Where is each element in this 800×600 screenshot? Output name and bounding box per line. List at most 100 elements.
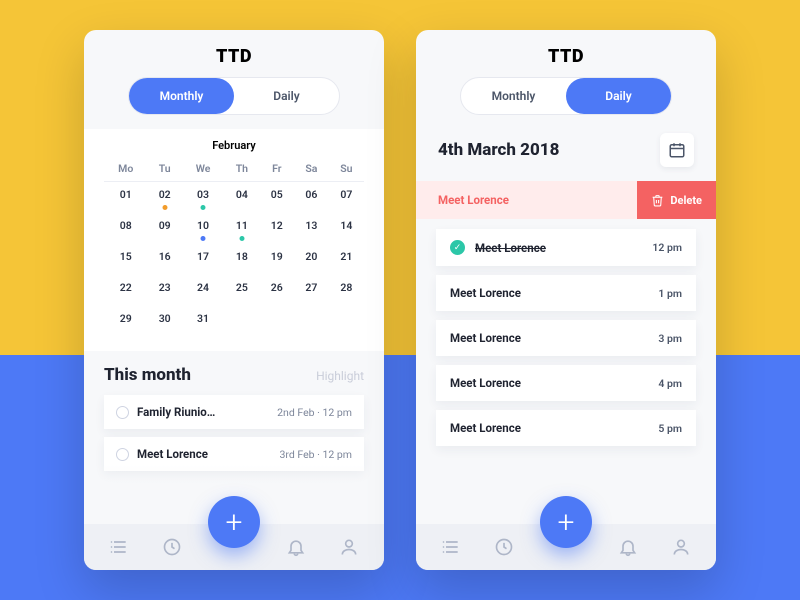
- list-icon[interactable]: [108, 536, 130, 558]
- weekday-label: Th: [224, 162, 259, 182]
- event-meta: 2nd Feb · 12 pm: [277, 406, 352, 419]
- calendar-day[interactable]: 10: [182, 213, 224, 244]
- calendar-day[interactable]: 18: [224, 244, 259, 275]
- calendar-day: [260, 306, 294, 337]
- task-time: 4 pm: [658, 377, 682, 390]
- calendar-day[interactable]: 24: [182, 275, 224, 306]
- calendar-grid: MoTuWeThFrSaSu 0102030405060708091011121…: [104, 162, 364, 337]
- task-title: Meet Lorence: [450, 421, 521, 435]
- list-icon[interactable]: [440, 536, 462, 558]
- task-row[interactable]: ✓ Meet Lorence 12 pm: [436, 229, 696, 266]
- check-ring-icon: [116, 406, 129, 419]
- tab-daily[interactable]: Daily: [234, 78, 339, 114]
- calendar-day[interactable]: 11: [224, 213, 259, 244]
- tab-monthly[interactable]: Monthly: [129, 78, 234, 114]
- event-title: Meet Lorence: [137, 447, 208, 461]
- task-title: Meet Lorence: [450, 331, 521, 345]
- task-time: 12 pm: [652, 241, 682, 254]
- section-title: This month: [104, 365, 191, 385]
- weekday-label: We: [182, 162, 224, 182]
- section-fade-label: Highlight: [316, 369, 364, 383]
- month-label: February: [104, 139, 364, 152]
- tab-monthly[interactable]: Monthly: [461, 78, 566, 114]
- task-row[interactable]: Meet Lorence 4 pm: [436, 365, 696, 401]
- calendar-day[interactable]: 03: [182, 182, 224, 214]
- task-title: Meet Lorence: [450, 286, 521, 300]
- event-card[interactable]: Meet Lorence 3rd Feb · 12 pm: [104, 437, 364, 471]
- bell-icon[interactable]: [617, 536, 639, 558]
- calendar-day: [224, 306, 259, 337]
- weekday-label: Tu: [147, 162, 181, 182]
- calendar-day[interactable]: 30: [147, 306, 181, 337]
- daily-date-title: 4th March 2018: [438, 140, 559, 160]
- delete-button[interactable]: Delete: [637, 181, 716, 219]
- tab-daily[interactable]: Daily: [566, 78, 671, 114]
- weekday-label: Mo: [104, 162, 147, 182]
- calendar-day[interactable]: 19: [260, 244, 294, 275]
- screen-daily: TTD Monthly Daily 4th March 2018 Meet Lo…: [416, 30, 716, 570]
- task-row[interactable]: Meet Lorence 1 pm: [436, 275, 696, 311]
- event-dot: [162, 205, 167, 210]
- check-icon: ✓: [450, 240, 465, 255]
- add-button[interactable]: +: [208, 496, 260, 548]
- calendar-day[interactable]: 13: [294, 213, 329, 244]
- event-meta: 3rd Feb · 12 pm: [279, 448, 352, 461]
- task-title: Meet Lorence: [475, 241, 546, 255]
- calendar-day[interactable]: 31: [182, 306, 224, 337]
- calendar-day[interactable]: 09: [147, 213, 181, 244]
- add-button[interactable]: +: [540, 496, 592, 548]
- calendar-day[interactable]: 01: [104, 182, 147, 214]
- clock-icon[interactable]: [161, 536, 183, 558]
- app-logo: TTD: [84, 46, 384, 67]
- calendar-day[interactable]: 21: [329, 244, 364, 275]
- event-dot: [201, 236, 206, 241]
- bell-icon[interactable]: [285, 536, 307, 558]
- delete-label: Delete: [670, 194, 702, 207]
- calendar-day[interactable]: 23: [147, 275, 181, 306]
- calendar-day[interactable]: 27: [294, 275, 329, 306]
- calendar-day[interactable]: 05: [260, 182, 294, 214]
- calendar-day[interactable]: 04: [224, 182, 259, 214]
- task-time: 3 pm: [658, 332, 682, 345]
- screen-monthly: TTD Monthly Daily February MoTuWeThFrSaS…: [84, 30, 384, 570]
- user-icon[interactable]: [670, 536, 692, 558]
- event-dot: [239, 236, 244, 241]
- calendar-day[interactable]: 20: [294, 244, 329, 275]
- calendar-day[interactable]: 08: [104, 213, 147, 244]
- calendar-day[interactable]: 07: [329, 182, 364, 214]
- calendar-picker-button[interactable]: [660, 133, 694, 167]
- event-dot: [201, 205, 206, 210]
- weekday-label: Su: [329, 162, 364, 182]
- task-row[interactable]: Meet Lorence 3 pm: [436, 320, 696, 356]
- clock-icon[interactable]: [493, 536, 515, 558]
- swipe-item-label: Meet Lorence: [438, 193, 509, 207]
- calendar-day[interactable]: 02: [147, 182, 181, 214]
- calendar-day[interactable]: 15: [104, 244, 147, 275]
- weekday-label: Fr: [260, 162, 294, 182]
- calendar-day[interactable]: 17: [182, 244, 224, 275]
- trash-icon: [651, 194, 664, 207]
- check-ring-icon: [116, 448, 129, 461]
- calendar-day: [329, 306, 364, 337]
- user-icon[interactable]: [338, 536, 360, 558]
- swipe-delete-row[interactable]: Meet Lorence Delete: [416, 181, 716, 219]
- task-title: Meet Lorence: [450, 376, 521, 390]
- calendar-day[interactable]: 25: [224, 275, 259, 306]
- weekday-label: Sa: [294, 162, 329, 182]
- calendar-icon: [668, 141, 686, 159]
- calendar-day[interactable]: 26: [260, 275, 294, 306]
- calendar-day[interactable]: 29: [104, 306, 147, 337]
- event-card[interactable]: Family Riunio… 2nd Feb · 12 pm: [104, 395, 364, 429]
- task-time: 1 pm: [658, 287, 682, 300]
- task-row[interactable]: Meet Lorence 5 pm: [436, 410, 696, 446]
- calendar-day[interactable]: 14: [329, 213, 364, 244]
- event-title: Family Riunio…: [137, 405, 215, 419]
- calendar-day[interactable]: 28: [329, 275, 364, 306]
- calendar-day[interactable]: 12: [260, 213, 294, 244]
- calendar-day[interactable]: 16: [147, 244, 181, 275]
- task-time: 5 pm: [658, 422, 682, 435]
- calendar-day: [294, 306, 329, 337]
- calendar-day[interactable]: 06: [294, 182, 329, 214]
- calendar-day[interactable]: 22: [104, 275, 147, 306]
- view-tabs: Monthly Daily: [128, 77, 340, 115]
